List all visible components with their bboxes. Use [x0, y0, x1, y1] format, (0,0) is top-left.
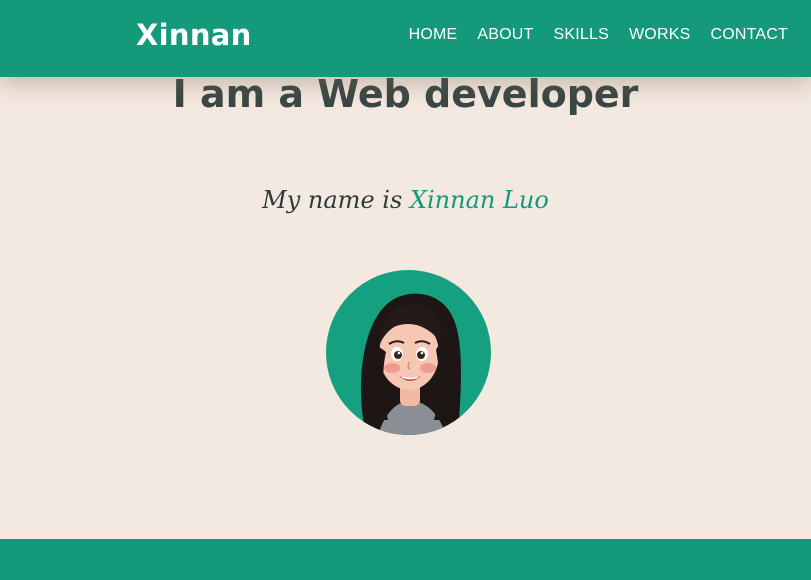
navbar: Xinnan HOME ABOUT SKILLS WORKS CONTACT	[0, 0, 811, 77]
intro-line: My name is Xinnan Luo	[0, 186, 811, 214]
nav-contact[interactable]: CONTACT	[710, 26, 788, 44]
nav-works[interactable]: WORKS	[629, 26, 690, 44]
avatar	[326, 270, 491, 435]
brand-logo[interactable]: Xinnan	[136, 18, 252, 52]
hero-title: I am a Web developer	[172, 72, 639, 116]
footer-bar	[0, 539, 811, 580]
nav-skills[interactable]: SKILLS	[554, 26, 609, 44]
nav-about[interactable]: ABOUT	[477, 26, 533, 44]
nav-home[interactable]: HOME	[409, 26, 458, 44]
avatar-portrait-icon	[360, 293, 461, 435]
nav-menu: HOME ABOUT SKILLS WORKS CONTACT	[409, 26, 788, 44]
intro-prefix: My name is	[262, 186, 410, 214]
page: Xinnan HOME ABOUT SKILLS WORKS CONTACT I…	[0, 0, 811, 580]
intro-name: Xinnan Luo	[409, 186, 549, 214]
